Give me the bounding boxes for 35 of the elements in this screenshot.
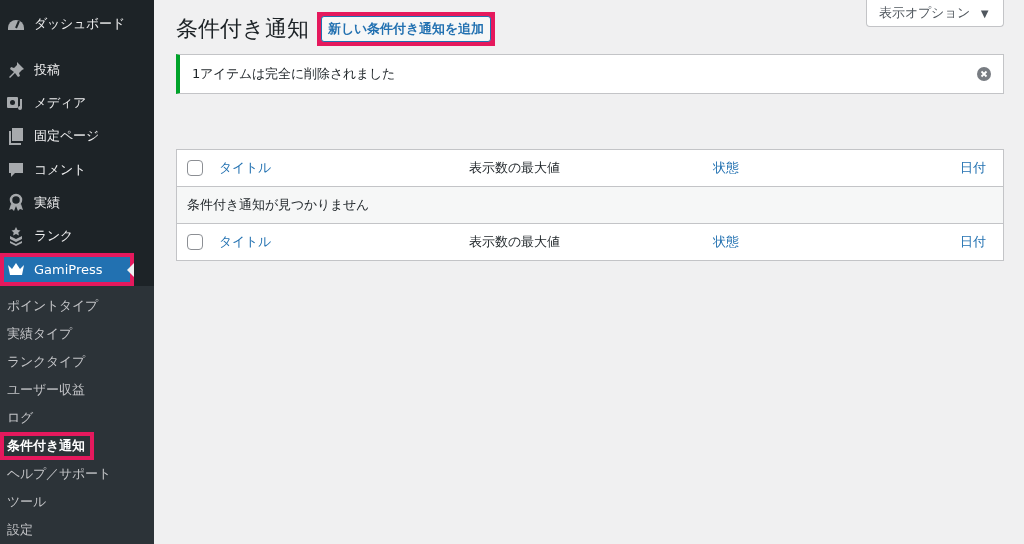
- submenu-item[interactable]: 条件付き通知: [0, 432, 94, 460]
- sidebar-item[interactable]: 実績: [0, 186, 154, 220]
- submenu-item[interactable]: ユーザー収益: [0, 376, 92, 404]
- award-icon: [6, 192, 26, 213]
- sidebar-item[interactable]: GamiPress: [0, 252, 134, 286]
- dismiss-icon[interactable]: [977, 67, 991, 81]
- column-header: 表示数の最大値: [469, 234, 560, 249]
- column-header[interactable]: 状態: [713, 234, 739, 249]
- sidebar-item[interactable]: コメント: [0, 153, 154, 187]
- sidebar-item[interactable]: メディア: [0, 86, 154, 120]
- page-title: 条件付き通知: [176, 15, 309, 43]
- column-header[interactable]: 日付: [960, 160, 986, 175]
- column-header[interactable]: 日付: [960, 234, 986, 249]
- checkbox[interactable]: [187, 234, 203, 251]
- column-header[interactable]: 状態: [713, 160, 739, 175]
- column-header: 表示数の最大値: [469, 160, 560, 175]
- submenu-item[interactable]: ポイントタイプ: [0, 292, 105, 320]
- submenu-item[interactable]: ツール: [0, 488, 53, 516]
- submenu-item[interactable]: ヘルプ／サポート: [0, 460, 118, 488]
- column-header[interactable]: タイトル: [219, 160, 271, 175]
- screen-options-button[interactable]: 表示オプション ▼: [866, 0, 1004, 27]
- notice-text: 1アイテムは完全に削除されました: [192, 65, 396, 83]
- add-new-button[interactable]: 新しい条件付き通知を追加: [321, 16, 491, 42]
- submenu-item[interactable]: ログ: [0, 404, 40, 432]
- submenu-item[interactable]: 設定: [0, 516, 40, 544]
- empty-message: 条件付き通知が見つかりません: [187, 197, 369, 212]
- sidebar-item[interactable]: 固定ページ: [0, 119, 154, 153]
- checkbox[interactable]: [187, 160, 203, 177]
- sidebar-item[interactable]: 投稿: [0, 53, 154, 87]
- submenu-item[interactable]: ランクタイプ: [0, 348, 92, 376]
- sidebar-item[interactable]: ランク: [0, 219, 154, 253]
- pages-icon: [6, 126, 26, 147]
- sidebar-item[interactable]: ダッシュボード: [0, 7, 154, 41]
- column-header[interactable]: タイトル: [219, 234, 271, 249]
- submenu-item[interactable]: 実績タイプ: [0, 320, 79, 348]
